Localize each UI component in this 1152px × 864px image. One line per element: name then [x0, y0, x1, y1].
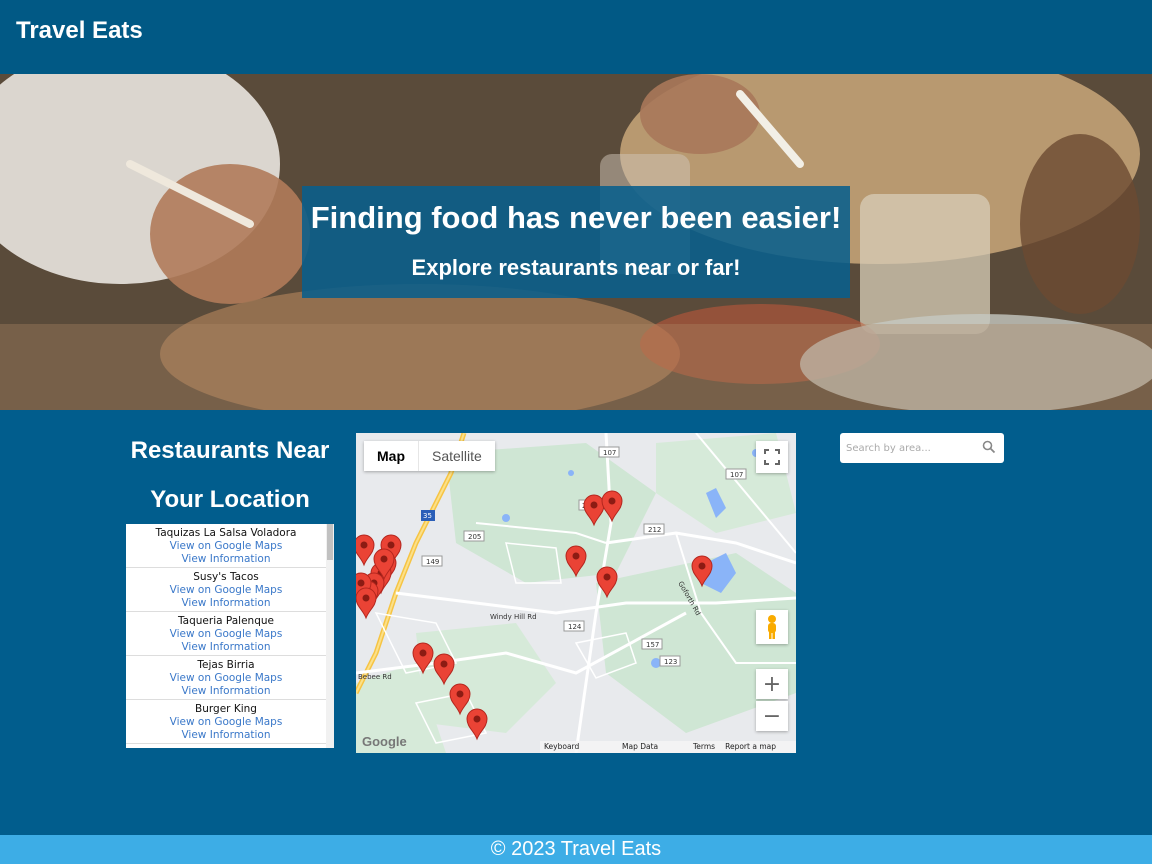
zoom-in-button[interactable]: + — [756, 669, 788, 699]
google-maps-link[interactable]: View on Google Maps — [126, 672, 326, 685]
restaurant-marker[interactable] — [691, 555, 713, 588]
google-maps-link[interactable]: View on Google Maps — [126, 584, 326, 597]
restaurant-marker[interactable] — [565, 545, 587, 578]
nearby-heading: Restaurants Near Your Location — [130, 437, 330, 513]
list-item: Tejas Birria View on Google Maps View In… — [126, 656, 326, 700]
restaurant-name: Susy's Tacos — [193, 571, 259, 583]
hero-title: Finding food has never been easier! — [310, 200, 842, 235]
restaurant-marker[interactable] — [356, 587, 377, 620]
restaurant-marker[interactable] — [583, 494, 605, 527]
restaurant-list[interactable]: Taquizas La Salsa Voladora View on Googl… — [126, 524, 334, 748]
brand-logo-text[interactable]: Travel Eats — [16, 17, 143, 45]
footer-copyright: © 2023 Travel Eats — [490, 838, 662, 860]
restaurant-marker[interactable] — [412, 642, 434, 675]
restaurant-map[interactable]: 107 107 2001 212 205 149 124 157 123 35 … — [356, 433, 796, 753]
map-data-text: Map Data ©2023 — [622, 742, 659, 751]
view-information-link[interactable]: View Information — [126, 597, 326, 610]
area-search-input[interactable] — [846, 438, 976, 458]
list-item: Taquizas La Salsa Voladora View on Googl… — [126, 524, 326, 568]
google-logo: Google — [362, 734, 407, 749]
view-information-link[interactable]: View Information — [126, 729, 326, 742]
hero-banner: Finding food has never been easier! Expl… — [0, 74, 1152, 410]
keyboard-shortcuts-link[interactable]: Keyboard shortcuts — [544, 741, 612, 753]
google-maps-link[interactable]: View on Google Maps — [126, 540, 326, 553]
hero-subtitle: Explore restaurants near or far! — [411, 255, 741, 280]
zoom-out-button[interactable]: − — [756, 701, 788, 731]
map-markers — [356, 490, 713, 741]
list-item: Susy's Tacos View on Google Maps View In… — [126, 568, 326, 612]
restaurant-name: Taquizas La Salsa Voladora — [155, 527, 297, 539]
top-bar: Travel Eats — [0, 0, 1152, 74]
map-type-toggle: Map Satellite — [364, 441, 495, 471]
google-maps-link[interactable]: View on Google Maps — [126, 628, 326, 641]
report-map-error-link[interactable]: Report a map error — [725, 741, 792, 753]
restaurant-marker[interactable] — [449, 683, 471, 716]
hero-text-box: Finding food has never been easier! Expl… — [302, 186, 850, 298]
map-type-satellite-button[interactable]: Satellite — [418, 441, 495, 471]
restaurant-marker[interactable] — [356, 534, 375, 567]
search-icon[interactable] — [982, 440, 996, 454]
terms-link[interactable]: Terms — [693, 741, 715, 753]
restaurant-marker[interactable] — [601, 490, 623, 523]
list-item: Burger King View on Google Maps View Inf… — [126, 700, 326, 744]
footer: © 2023 Travel Eats — [0, 835, 1152, 864]
restaurant-marker[interactable] — [466, 708, 488, 741]
restaurant-name: Burger King — [195, 703, 257, 715]
pegman-icon — [768, 615, 776, 639]
google-maps-link[interactable]: View on Google Maps — [126, 716, 326, 729]
restaurant-marker[interactable] — [596, 566, 618, 599]
fullscreen-icon — [764, 449, 780, 465]
scrollbar-thumb[interactable] — [327, 524, 333, 560]
view-information-link[interactable]: View Information — [126, 553, 326, 566]
restaurant-name: Tejas Birria — [197, 659, 255, 671]
restaurant-marker[interactable] — [433, 653, 455, 686]
view-information-link[interactable]: View Information — [126, 685, 326, 698]
view-information-link[interactable]: View Information — [126, 641, 326, 654]
area-search-box — [840, 433, 1004, 463]
list-item: Taqueria Palenque View on Google Maps Vi… — [126, 612, 326, 656]
restaurant-name: Taqueria Palenque — [177, 615, 274, 627]
map-attribution: Keyboard shortcuts Map Data ©2023 Terms … — [540, 741, 796, 753]
fullscreen-button[interactable] — [756, 441, 788, 473]
list-scrollbar[interactable] — [326, 524, 334, 748]
map-type-map-button[interactable]: Map — [364, 441, 418, 471]
street-view-pegman[interactable] — [756, 610, 788, 644]
